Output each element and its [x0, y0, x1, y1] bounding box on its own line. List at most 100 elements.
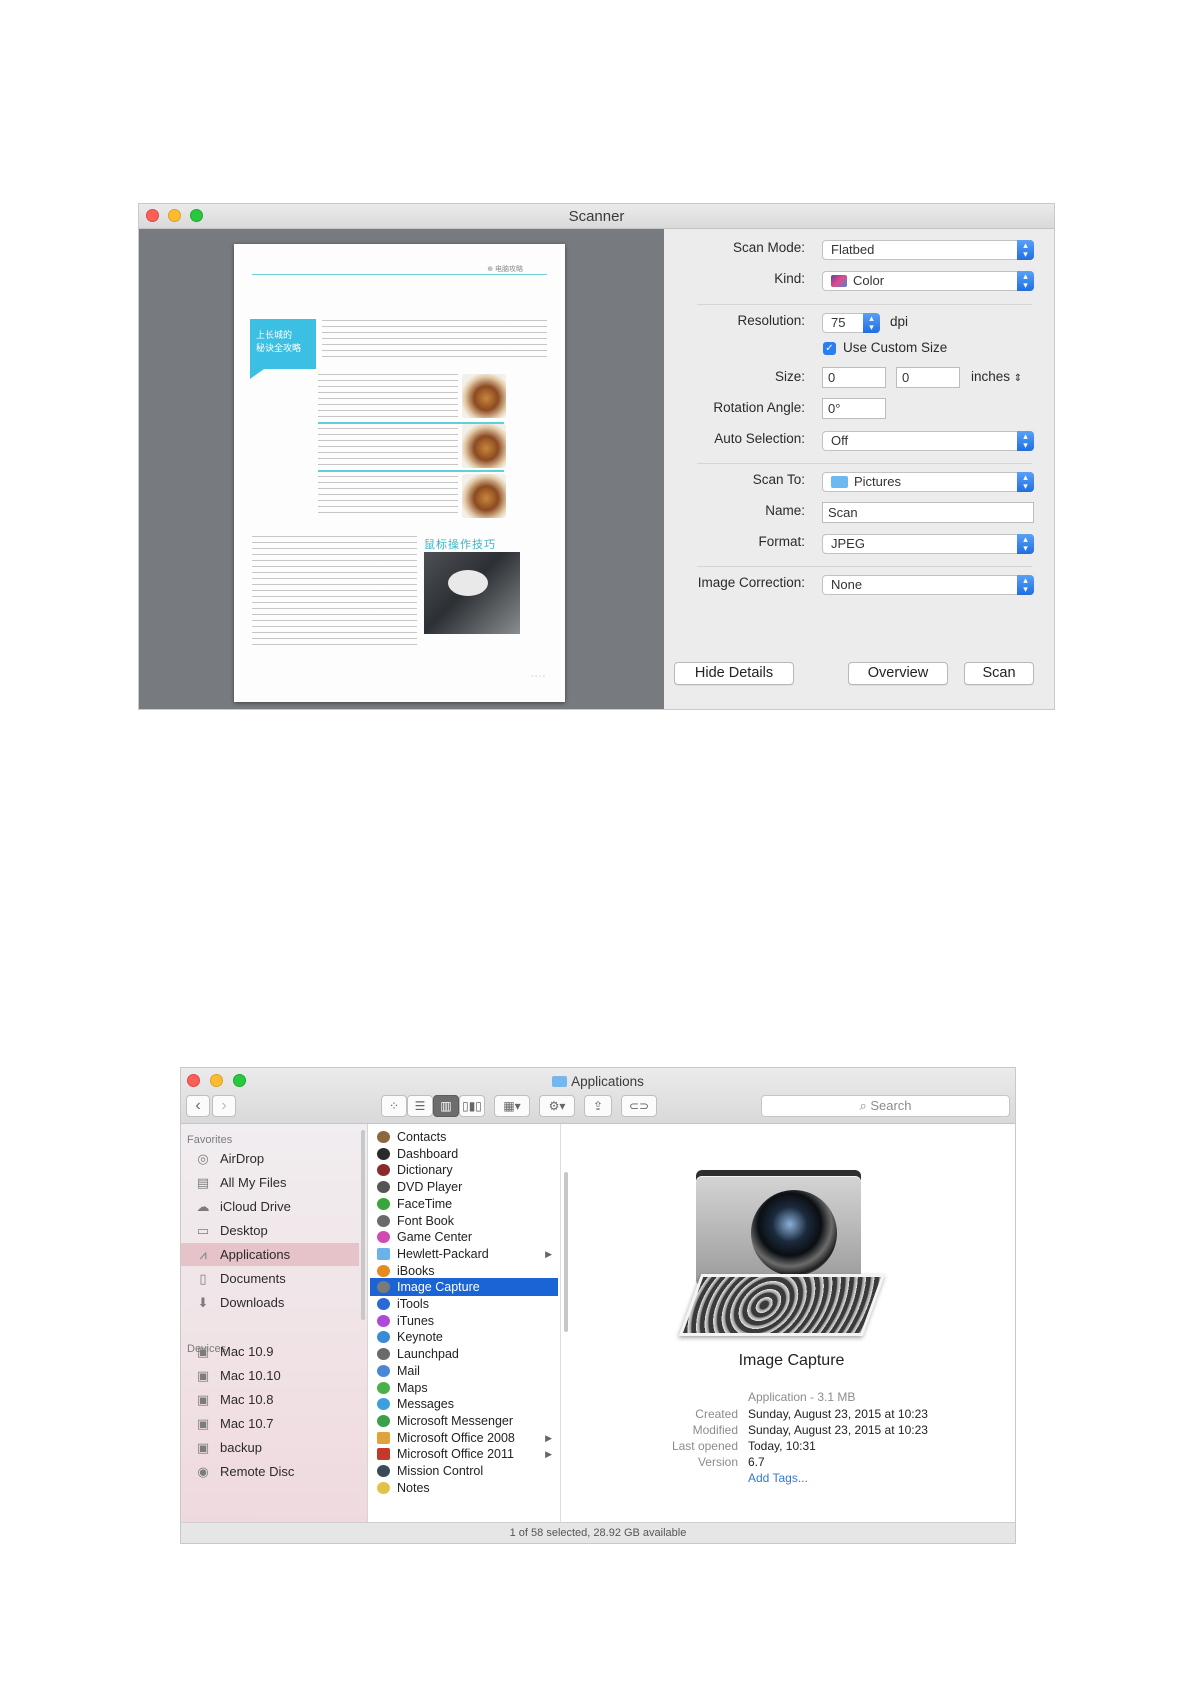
- app-row-mission-control[interactable]: Mission Control: [370, 1462, 558, 1480]
- forward-button[interactable]: ›: [212, 1095, 236, 1117]
- sidebar-scrollbar[interactable]: [361, 1130, 365, 1320]
- app-row-label: iTunes: [397, 1313, 435, 1328]
- search-placeholder: Search: [870, 1098, 912, 1113]
- app-row-microsoft-office-2008[interactable]: Microsoft Office 2008 ▶: [370, 1429, 558, 1447]
- app-row-hewlett-packard[interactable]: Hewlett-Packard ▶: [370, 1245, 558, 1263]
- list-view-button[interactable]: ☰: [407, 1095, 433, 1117]
- popup-arrows-icon: ▴ ▾: [1017, 575, 1034, 595]
- tags-button[interactable]: ⊂⊃: [621, 1095, 657, 1117]
- app-row-dvd-player[interactable]: DVD Player: [370, 1178, 558, 1196]
- app-row-keynote[interactable]: Keynote: [370, 1328, 558, 1346]
- app-icon: [377, 1197, 390, 1210]
- sidebar-item-all-my-files[interactable]: ▤ All My Files: [181, 1171, 359, 1194]
- scan-mode-popup[interactable]: Flatbed ▴ ▾: [822, 240, 1034, 260]
- format-popup[interactable]: JPEG ▴ ▾: [822, 534, 1034, 554]
- app-row-messages[interactable]: Messages: [370, 1395, 558, 1413]
- auto-selection-popup[interactable]: Off ▴ ▾: [822, 431, 1034, 451]
- folder-icon: [377, 1247, 390, 1260]
- sidebar-item-applications[interactable]: ⩘ Applications: [181, 1243, 359, 1266]
- name-field[interactable]: Scan: [822, 502, 1034, 523]
- app-icon: [377, 1465, 390, 1477]
- format-label: Format:: [758, 534, 805, 549]
- app-row-game-center[interactable]: Game Center: [370, 1228, 558, 1246]
- sidebar-item-icloud-drive[interactable]: ☁ iCloud Drive: [181, 1195, 359, 1218]
- app-row-notes[interactable]: Notes: [370, 1479, 558, 1497]
- sidebar-item-mac-10-8[interactable]: ▣ Mac 10.8: [181, 1388, 359, 1411]
- arrange-icon: ▦▾: [503, 1099, 521, 1113]
- action-button[interactable]: ⚙▾: [539, 1095, 575, 1117]
- sidebar-item-downloads[interactable]: ⬇ Downloads: [181, 1291, 359, 1314]
- sidebar-item-documents[interactable]: ▯ Documents: [181, 1267, 359, 1290]
- scan-button[interactable]: Scan: [964, 662, 1034, 685]
- app-row-maps[interactable]: Maps: [370, 1379, 558, 1397]
- scan-to-popup[interactable]: Pictures ▴ ▾: [822, 472, 1034, 492]
- window-title-text: Applications: [571, 1074, 644, 1089]
- use-custom-size-label[interactable]: Use Custom Size: [843, 340, 947, 355]
- kind-popup[interactable]: Color ▴ ▾: [822, 271, 1034, 291]
- size-unit-popup[interactable]: inches ⇕: [971, 369, 1022, 384]
- cover-flow-icon: ▯▮▯: [462, 1099, 482, 1113]
- sidebar-item-mac-10-7[interactable]: ▣ Mac 10.7: [181, 1412, 359, 1435]
- app-row-itools[interactable]: iTools: [370, 1295, 558, 1313]
- sidebar-item-backup[interactable]: ▣ backup: [181, 1436, 359, 1459]
- sidebar-item-airdrop[interactable]: ◎ AirDrop: [181, 1147, 359, 1170]
- tag-icon: ⊂⊃: [628, 1099, 650, 1113]
- sidebar-item-remote-disc[interactable]: ◉ Remote Disc: [181, 1460, 359, 1483]
- app-row-dashboard[interactable]: Dashboard: [370, 1145, 558, 1163]
- add-tags-link[interactable]: Add Tags...: [748, 1471, 808, 1485]
- finder-window: Applications ‹ › ⁘ ☰ ▥ ▯▮▯ ▦▾ ⚙▾ ⇪ ⊂⊃ ⌕ …: [181, 1068, 1015, 1543]
- back-button[interactable]: ‹: [186, 1095, 210, 1117]
- use-custom-size-checkbox[interactable]: ✓: [823, 342, 836, 355]
- app-row-facetime[interactable]: FaceTime: [370, 1195, 558, 1213]
- page-text-block: [318, 476, 458, 516]
- rotation-angle-field[interactable]: 0°: [822, 398, 886, 419]
- search-field[interactable]: ⌕ Search: [761, 1095, 1010, 1117]
- resolution-unit: dpi: [890, 314, 909, 329]
- sidebar-item-desktop[interactable]: ▭ Desktop: [181, 1219, 359, 1242]
- sidebar-item-label: Mac 10.10: [220, 1368, 281, 1383]
- app-row-label: Mail: [397, 1363, 420, 1378]
- scan-preview-area[interactable]: ⊕ 电脑攻略 上长城的 秘诀全攻略 鼠标操作技巧 ◦ ◦ ◦ ◦: [139, 229, 664, 709]
- last-opened-value: Today, 10:31: [748, 1439, 816, 1453]
- app-row-contacts[interactable]: Contacts: [370, 1128, 558, 1146]
- app-row-image-capture[interactable]: Image Capture: [370, 1278, 558, 1297]
- search-icon: ⌕: [859, 1098, 871, 1113]
- app-icon: [377, 1481, 390, 1494]
- page-food-image: [462, 474, 506, 518]
- resolution-popup[interactable]: 75 ▴ ▾: [822, 313, 880, 333]
- list-view-icon: ☰: [414, 1099, 426, 1113]
- app-row-mail[interactable]: Mail: [370, 1362, 558, 1380]
- app-row-font-book[interactable]: Font Book: [370, 1212, 558, 1230]
- app-row-microsoft-office-2011[interactable]: Microsoft Office 2011 ▶: [370, 1445, 558, 1463]
- app-row-itunes[interactable]: iTunes: [370, 1312, 558, 1330]
- app-row-microsoft-messenger[interactable]: Microsoft Messenger: [370, 1412, 558, 1430]
- disk-icon: ▣: [196, 1392, 210, 1407]
- size-width-field[interactable]: 0: [822, 367, 886, 388]
- sidebar-item-mac-10-10[interactable]: ▣ Mac 10.10: [181, 1364, 359, 1387]
- icon-view-button[interactable]: ⁘: [381, 1095, 407, 1117]
- arrange-button[interactable]: ▦▾: [494, 1095, 530, 1117]
- size-height-field[interactable]: 0: [896, 367, 960, 388]
- desktop-icon: ▭: [196, 1223, 210, 1238]
- share-button[interactable]: ⇪: [584, 1095, 612, 1117]
- page-text-block: [318, 428, 458, 468]
- page-mouse-image: [424, 552, 520, 634]
- app-row-label: iBooks: [397, 1263, 435, 1278]
- app-row-ibooks[interactable]: iBooks: [370, 1262, 558, 1280]
- version-value: 6.7: [748, 1455, 765, 1469]
- overview-button[interactable]: Overview: [848, 662, 948, 685]
- scanner-titlebar: Scanner: [139, 204, 1054, 229]
- hide-details-button[interactable]: Hide Details: [674, 662, 794, 685]
- app-row-launchpad[interactable]: Launchpad: [370, 1345, 558, 1363]
- preview-pane: Image Capture Application - 3.1 MB Creat…: [568, 1124, 1015, 1522]
- cover-flow-button[interactable]: ▯▮▯: [459, 1095, 485, 1117]
- app-row-dictionary[interactable]: Dictionary: [370, 1161, 558, 1179]
- app-icon: [377, 1147, 390, 1160]
- image-correction-popup[interactable]: None ▴ ▾: [822, 575, 1034, 595]
- gear-icon: ⚙▾: [548, 1099, 566, 1113]
- sidebar-item-mac-10-9[interactable]: ▣ Mac 10.9: [181, 1340, 359, 1363]
- scan-to-value: Pictures: [854, 474, 901, 489]
- column-view-button[interactable]: ▥: [433, 1095, 459, 1117]
- scanner-window: Scanner ⊕ 电脑攻略 上长城的 秘诀全攻略 鼠标操作技巧 ◦ ◦ ◦ ◦: [139, 204, 1054, 709]
- sidebar-item-label: Applications: [220, 1247, 291, 1262]
